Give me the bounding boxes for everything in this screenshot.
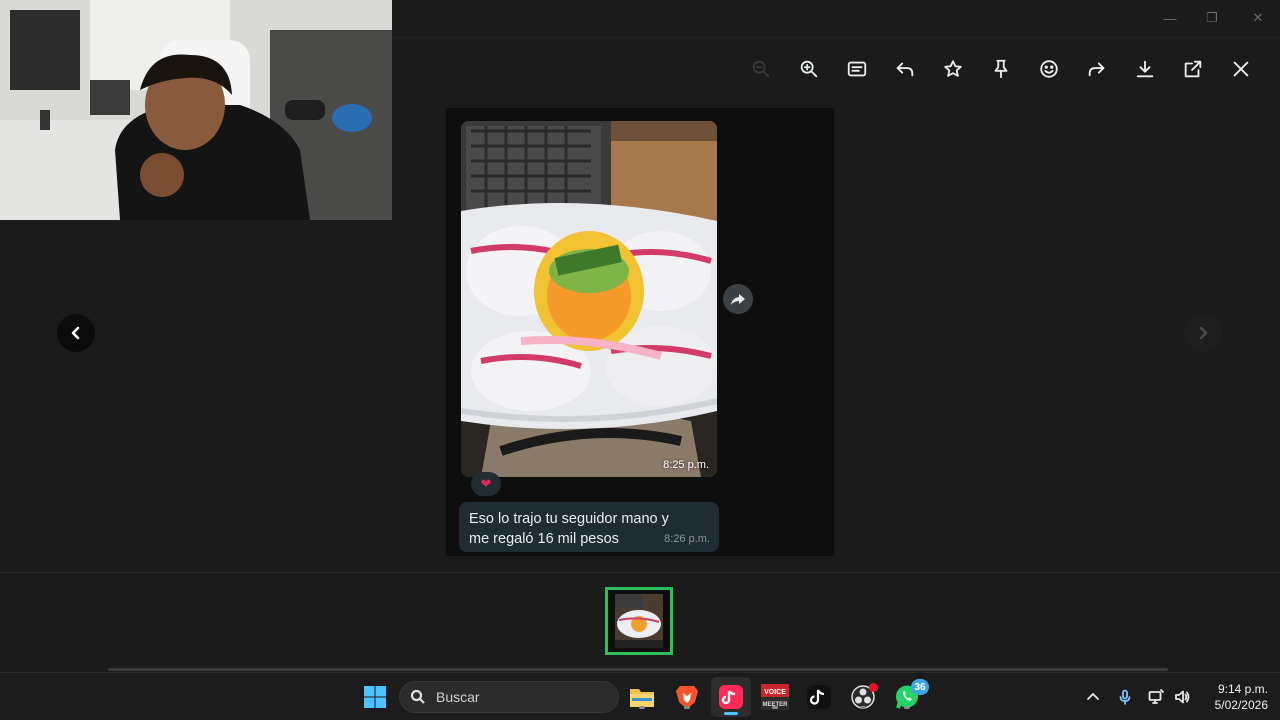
emoji-icon <box>1040 60 1058 78</box>
folder-icon <box>630 689 654 707</box>
maximize-button[interactable]: ❐ <box>1202 8 1222 28</box>
download-icon <box>1136 60 1154 78</box>
clock-time: 9:14 p.m. <box>1217 682 1268 696</box>
zoom-in-button[interactable] <box>796 56 822 82</box>
image-message[interactable]: 8:25 p.m. <box>461 121 717 477</box>
image-timestamp: 8:25 p.m. <box>663 459 709 471</box>
window-titlebar: — ❐ ✕ <box>392 0 1280 38</box>
chevron-up-icon <box>1087 693 1099 700</box>
pin-icon <box>994 59 1008 79</box>
clock-date: 5/02/2026 <box>1214 698 1268 712</box>
zoom-out-button[interactable] <box>748 56 774 82</box>
microphone-icon <box>1119 689 1131 705</box>
taskbar-whatsapp[interactable]: 36 <box>893 679 929 711</box>
start-button[interactable] <box>361 683 389 711</box>
close-viewer-button[interactable] <box>1228 56 1254 82</box>
whatsapp-media-viewer: — ❐ ✕ 8:25 p.m. ❤ Eso lo trajo tu seguid… <box>0 0 1280 720</box>
message-text: Eso lo trajo tu seguidor mano y me regal… <box>469 511 669 547</box>
media-thumbnail-selected[interactable] <box>605 587 673 655</box>
reply-button[interactable] <box>892 56 918 82</box>
forward-button[interactable] <box>1084 56 1110 82</box>
tray-volume[interactable] <box>1172 687 1192 707</box>
svg-text:VOICE: VOICE <box>764 689 786 696</box>
taskbar-voicemeeter[interactable]: VOICE MEETER <box>761 683 789 711</box>
thumbnail-scrollbar[interactable] <box>108 668 1168 671</box>
forward-icon <box>1088 62 1105 77</box>
search-label: Buscar <box>436 689 480 705</box>
captions-button[interactable] <box>844 56 870 82</box>
tray-overflow-button[interactable] <box>1083 687 1103 707</box>
speaker-icon <box>1175 690 1190 704</box>
emoji-button[interactable] <box>1036 56 1062 82</box>
windows-taskbar: Buscar VOICE MEETER 36 9:14 p.m. 5/02/20… <box>0 672 1280 720</box>
message-timestamp: 8:26 p.m. <box>664 533 710 545</box>
taskbar-search[interactable]: Buscar <box>399 681 619 713</box>
tray-network[interactable] <box>1146 687 1166 707</box>
minimize-button[interactable]: — <box>1160 8 1180 28</box>
captions-icon <box>847 61 867 77</box>
rice-bags-photo <box>461 121 717 477</box>
chevron-right-icon <box>1199 326 1208 340</box>
windows-logo-icon <box>364 686 386 708</box>
text-message[interactable]: Eso lo trajo tu seguidor mano y me regal… <box>459 502 719 552</box>
zoom-out-icon <box>752 60 770 78</box>
tiktok-icon <box>807 685 831 709</box>
pin-button[interactable] <box>988 56 1014 82</box>
chevron-left-icon <box>71 326 80 340</box>
star-icon <box>944 60 962 77</box>
taskbar-brave-browser[interactable] <box>673 683 701 711</box>
taskbar-obs-studio[interactable] <box>849 683 878 711</box>
tray-microphone[interactable] <box>1115 687 1135 707</box>
download-button[interactable] <box>1132 56 1158 82</box>
next-media-button[interactable] <box>1184 314 1222 352</box>
search-icon <box>410 689 425 704</box>
zoom-in-icon <box>800 60 818 78</box>
forward-shortcut-button[interactable] <box>723 284 753 314</box>
share-arrow-icon <box>731 294 745 305</box>
taskbar-file-explorer[interactable] <box>628 683 656 711</box>
star-button[interactable] <box>940 56 966 82</box>
window-close-button[interactable]: ✕ <box>1248 8 1268 28</box>
obs-recording-indicator <box>869 683 878 692</box>
taskbar-tiktok-live-studio[interactable] <box>711 677 751 717</box>
heart-reaction[interactable]: ❤ <box>471 472 501 496</box>
media-viewer-panel: 8:25 p.m. ❤ Eso lo trajo tu seguidor man… <box>446 108 834 556</box>
open-external-icon <box>1184 60 1202 78</box>
network-icon <box>1148 689 1164 704</box>
taskbar-tiktok[interactable] <box>805 683 833 711</box>
taskbar-clock[interactable]: 9:14 p.m. 5/02/2026 <box>1198 681 1268 713</box>
open-external-button[interactable] <box>1180 56 1206 82</box>
thumbnail-image <box>615 594 663 648</box>
unread-badge: 36 <box>911 679 929 695</box>
previous-media-button[interactable] <box>57 314 95 352</box>
close-icon <box>1233 61 1249 77</box>
webcam-overlay <box>0 0 392 220</box>
reply-icon <box>896 62 914 77</box>
media-thumbnail-strip <box>0 572 1280 670</box>
tiktok-studio-icon <box>719 685 743 709</box>
